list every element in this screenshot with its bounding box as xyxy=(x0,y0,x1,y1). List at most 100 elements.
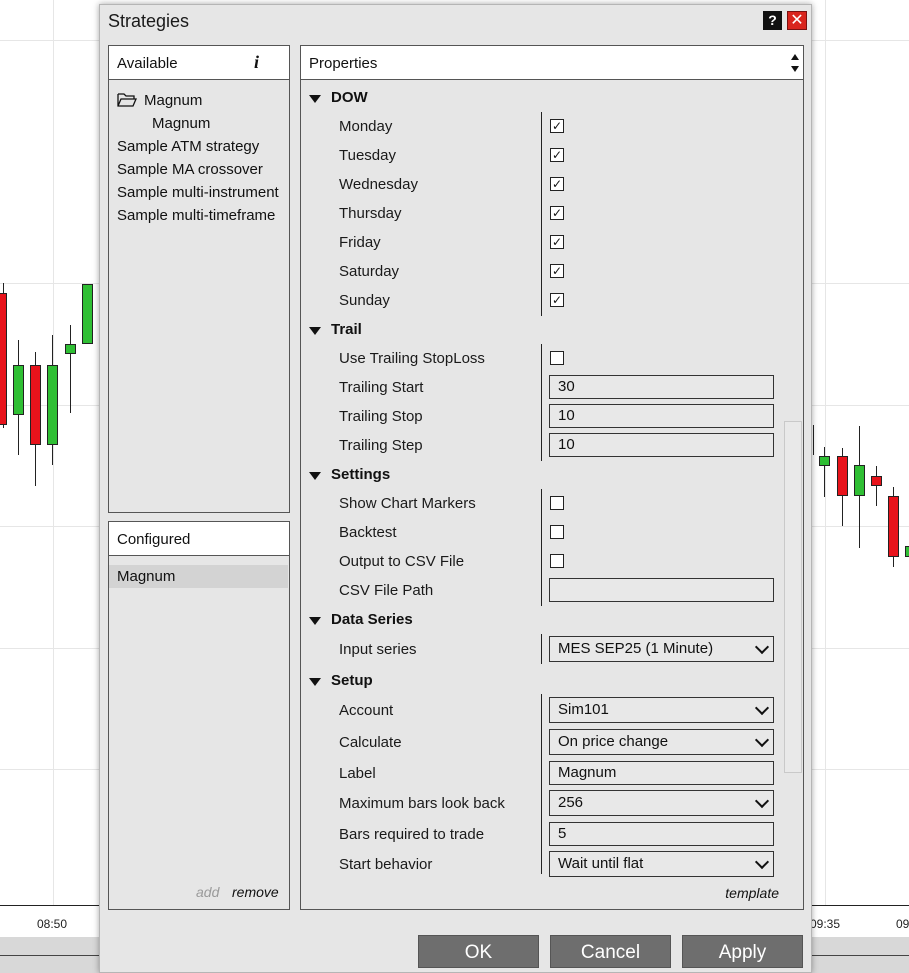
chevron-down-icon xyxy=(754,854,770,870)
info-icon[interactable]: i xyxy=(254,52,259,73)
prop-thursday-label: Thursday xyxy=(339,205,402,222)
prop-bars-required-label: Bars required to trade xyxy=(339,826,485,843)
input-series-value: MES SEP25 (1 Minute) xyxy=(558,640,714,657)
properties-scroll-buttons[interactable] xyxy=(787,46,803,80)
prop-input-series-label: Input series xyxy=(339,641,417,658)
column-divider[interactable] xyxy=(541,634,542,664)
tuesday-checkbox[interactable]: ✓ xyxy=(550,148,564,162)
scroll-up-icon[interactable] xyxy=(791,54,799,60)
properties-title: Properties xyxy=(309,55,378,72)
prop-output-csv-label: Output to CSV File xyxy=(339,553,465,570)
group-data-series-title: Data Series xyxy=(331,611,413,628)
group-dow-title: DOW xyxy=(331,89,368,106)
start-behavior-value: Wait until flat xyxy=(558,855,644,872)
group-settings-title: Settings xyxy=(331,466,391,483)
saturday-checkbox[interactable]: ✓ xyxy=(550,264,564,278)
available-item-sample-atm[interactable]: Sample ATM strategy xyxy=(117,138,259,155)
prop-saturday-label: Saturday xyxy=(339,263,400,280)
group-data-series[interactable]: Data Series xyxy=(301,611,413,633)
trailing-start-input[interactable]: 30 xyxy=(549,375,774,399)
max-bars-value: 256 xyxy=(558,794,584,811)
prop-sunday-label: Sunday xyxy=(339,292,390,309)
group-trail[interactable]: Trail xyxy=(301,321,362,343)
prop-trailing-step-label: Trailing Step xyxy=(339,437,423,454)
template-link[interactable]: template xyxy=(725,885,779,901)
column-divider[interactable] xyxy=(541,489,542,606)
available-folder-magnum[interactable]: Magnum xyxy=(144,92,202,109)
max-bars-dropdown[interactable]: 256 xyxy=(549,790,774,816)
thursday-checkbox[interactable]: ✓ xyxy=(550,206,564,220)
add-link[interactable]: add xyxy=(196,884,219,900)
collapse-caret-icon[interactable] xyxy=(309,95,321,103)
group-trail-title: Trail xyxy=(331,321,362,338)
prop-max-bars-label: Maximum bars look back xyxy=(339,795,505,812)
close-button[interactable]: ✕ xyxy=(787,11,807,30)
configured-panel: Configured Magnum add remove xyxy=(108,521,290,910)
dialog-titlebar[interactable]: Strategies ? ✕ xyxy=(100,5,811,37)
bars-required-input[interactable]: 5 xyxy=(549,822,774,846)
trailing-stop-input[interactable]: 10 xyxy=(549,404,774,428)
properties-header: Properties xyxy=(301,46,803,80)
help-button[interactable]: ? xyxy=(763,11,782,30)
properties-scrollbar[interactable] xyxy=(784,421,802,773)
group-setup[interactable]: Setup xyxy=(301,672,373,694)
configured-item-magnum[interactable]: Magnum xyxy=(109,565,288,588)
column-divider[interactable] xyxy=(541,694,542,874)
folder-icon[interactable] xyxy=(117,92,137,108)
prop-tuesday-label: Tuesday xyxy=(339,147,396,164)
monday-checkbox[interactable]: ✓ xyxy=(550,119,564,133)
csv-path-input[interactable] xyxy=(549,578,774,602)
group-dow[interactable]: DOW xyxy=(301,89,368,111)
properties-panel: Properties DOW Monday ✓ Tuesday ✓ Wednes… xyxy=(300,45,804,910)
wednesday-checkbox[interactable]: ✓ xyxy=(550,177,564,191)
friday-checkbox[interactable]: ✓ xyxy=(550,235,564,249)
available-item-sample-ma-crossover[interactable]: Sample MA crossover xyxy=(117,161,263,178)
prop-wednesday-label: Wednesday xyxy=(339,176,418,193)
prop-label-label: Label xyxy=(339,765,376,782)
chevron-down-icon xyxy=(754,793,770,809)
configured-title: Configured xyxy=(117,531,191,548)
dialog-title: Strategies xyxy=(108,11,190,31)
prop-account-label: Account xyxy=(339,702,394,719)
account-value: Sim101 xyxy=(558,701,609,718)
cancel-button[interactable]: Cancel xyxy=(550,935,671,968)
group-setup-title: Setup xyxy=(331,672,373,689)
prop-csv-path-label: CSV File Path xyxy=(339,582,434,599)
sunday-checkbox[interactable]: ✓ xyxy=(550,293,564,307)
available-item-sample-multi-timeframe[interactable]: Sample multi-timeframe xyxy=(117,207,275,224)
trailing-step-input[interactable]: 10 xyxy=(549,433,774,457)
column-divider[interactable] xyxy=(541,112,542,316)
show-markers-checkbox[interactable] xyxy=(550,496,564,510)
available-item-magnum[interactable]: Magnum xyxy=(152,115,210,132)
label-input[interactable]: Magnum xyxy=(549,761,774,785)
chevron-down-icon xyxy=(754,732,770,748)
chevron-down-icon xyxy=(754,700,770,716)
output-csv-checkbox[interactable] xyxy=(550,554,564,568)
start-behavior-dropdown[interactable]: Wait until flat xyxy=(549,851,774,877)
prop-show-markers-label: Show Chart Markers xyxy=(339,495,476,512)
input-series-dropdown[interactable]: MES SEP25 (1 Minute) xyxy=(549,636,774,662)
apply-button[interactable]: Apply xyxy=(682,935,803,968)
account-dropdown[interactable]: Sim101 xyxy=(549,697,774,723)
chevron-down-icon xyxy=(754,639,770,655)
prop-friday-label: Friday xyxy=(339,234,381,251)
prop-start-behavior-label: Start behavior xyxy=(339,856,433,873)
scroll-down-icon[interactable] xyxy=(791,66,799,72)
remove-link[interactable]: remove xyxy=(232,884,279,900)
collapse-caret-icon[interactable] xyxy=(309,327,321,335)
column-divider[interactable] xyxy=(541,344,542,461)
available-title: Available xyxy=(117,55,178,72)
collapse-caret-icon[interactable] xyxy=(309,678,321,686)
ok-button[interactable]: OK xyxy=(418,935,539,968)
time-label: 08:50 xyxy=(37,917,68,931)
group-settings[interactable]: Settings xyxy=(301,466,390,488)
use-trailing-checkbox[interactable] xyxy=(550,351,564,365)
collapse-caret-icon[interactable] xyxy=(309,617,321,625)
calculate-dropdown[interactable]: On price change xyxy=(549,729,774,755)
time-label: 09 xyxy=(896,917,909,931)
configured-header: Configured xyxy=(109,522,289,556)
available-item-sample-multi-instrument[interactable]: Sample multi-instrument xyxy=(117,184,279,201)
backtest-checkbox[interactable] xyxy=(550,525,564,539)
collapse-caret-icon[interactable] xyxy=(309,472,321,480)
available-panel: Available i Magnum Magnum Sample ATM str… xyxy=(108,45,290,513)
